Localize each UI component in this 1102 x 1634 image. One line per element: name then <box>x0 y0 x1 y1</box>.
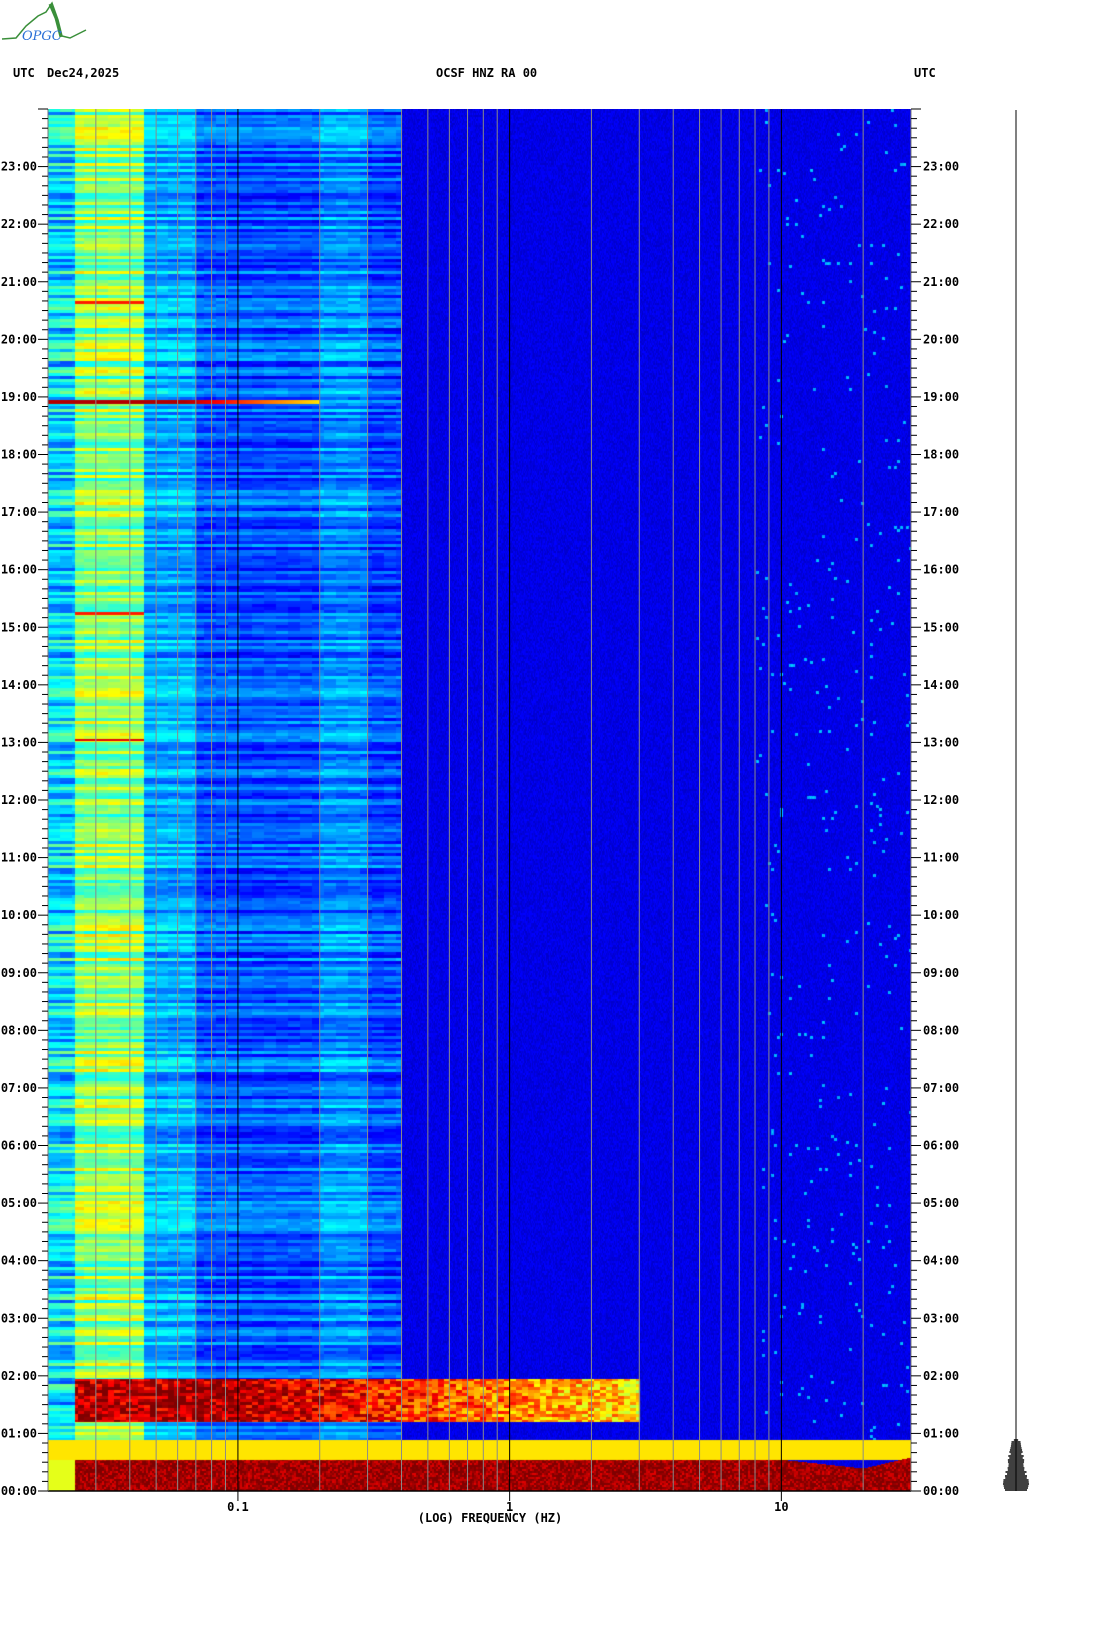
y-tick-label-right: 17:00 <box>923 505 959 519</box>
x-tick-label: 0.1 <box>227 1500 249 1514</box>
x-tick-label: 10 <box>774 1500 788 1514</box>
y-tick-label-left: 18:00 <box>1 448 37 462</box>
y-tick-label-left: 14:00 <box>1 678 37 692</box>
y-tick-label-right: 05:00 <box>923 1196 959 1210</box>
y-tick-label-right: 21:00 <box>923 275 959 289</box>
y-tick-label-right: 22:00 <box>923 217 959 231</box>
y-tick-label-left: 21:00 <box>1 275 37 289</box>
y-tick-label-left: 05:00 <box>1 1196 37 1210</box>
y-tick-label-right: 16:00 <box>923 563 959 577</box>
y-tick-label-left: 17:00 <box>1 505 37 519</box>
y-tick-label-left: 16:00 <box>1 563 37 577</box>
y-tick-label-left: 12:00 <box>1 793 37 807</box>
y-tick-label-right: 13:00 <box>923 735 959 749</box>
y-tick-label-right: 15:00 <box>923 620 959 634</box>
y-tick-label-left: 20:00 <box>1 332 37 346</box>
y-tick-label-left: 06:00 <box>1 1139 37 1153</box>
y-tick-label-left: 13:00 <box>1 735 37 749</box>
y-tick-label-left: 04:00 <box>1 1254 37 1268</box>
y-tick-label-right: 20:00 <box>923 332 959 346</box>
y-tick-label-left: 02:00 <box>1 1369 37 1383</box>
chart-axes: 00:00 00:00 01:00 01:00 02:00 02:00 03:00 03:00… <box>1 108 1030 1525</box>
y-tick-label-right: 09:00 <box>923 966 959 980</box>
y-tick-label-right: 18:00 <box>923 448 959 462</box>
x-axis-label: (LOG) FREQUENCY (HZ) <box>418 1511 563 1525</box>
y-tick-label-left: 10:00 <box>1 908 37 922</box>
y-tick-label-left: 15:00 <box>1 620 37 634</box>
y-tick-label-right: 02:00 <box>923 1369 959 1383</box>
y-tick-label-right: 11:00 <box>923 851 959 865</box>
y-tick-label-left: 22:00 <box>1 217 37 231</box>
y-tick-label-left: 08:00 <box>1 1023 37 1037</box>
y-tick-label-right: 08:00 <box>923 1023 959 1037</box>
y-tick-label-right: 01:00 <box>923 1426 959 1440</box>
y-tick-label-right: 03:00 <box>923 1311 959 1325</box>
y-tick-label-right: 04:00 <box>923 1254 959 1268</box>
y-tick-label-left: 23:00 <box>1 160 37 174</box>
y-tick-label-left: 03:00 <box>1 1311 37 1325</box>
y-tick-label-left: 07:00 <box>1 1081 37 1095</box>
y-tick-label-right: 06:00 <box>923 1139 959 1153</box>
y-tick-label-right: 14:00 <box>923 678 959 692</box>
y-tick-label-right: 07:00 <box>923 1081 959 1095</box>
y-tick-label-left: 00:00 <box>1 1484 37 1498</box>
y-tick-label-right: 19:00 <box>923 390 959 404</box>
y-tick-label-right: 00:00 <box>923 1484 959 1498</box>
y-tick-label-right: 10:00 <box>923 908 959 922</box>
y-tick-label-left: 09:00 <box>1 966 37 980</box>
y-tick-label-left: 01:00 <box>1 1426 37 1440</box>
y-tick-label-right: 23:00 <box>923 160 959 174</box>
y-tick-label-left: 11:00 <box>1 851 37 865</box>
y-tick-label-right: 12:00 <box>923 793 959 807</box>
y-tick-label-left: 19:00 <box>1 390 37 404</box>
